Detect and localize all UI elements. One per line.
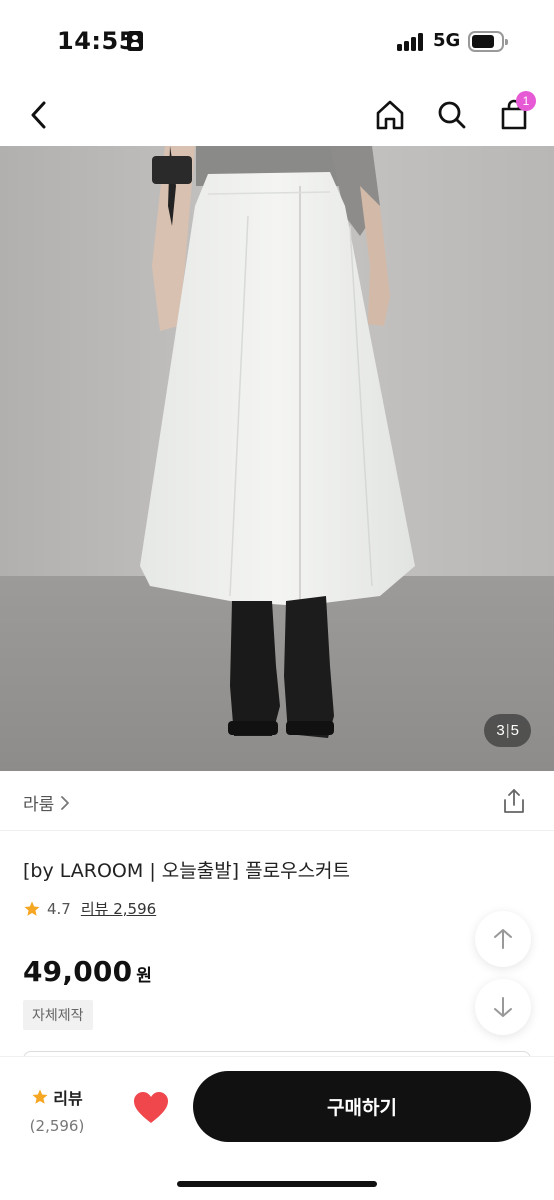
chevron-left-icon	[31, 101, 46, 129]
share-icon	[504, 789, 524, 813]
cart-button[interactable]: 1	[493, 91, 536, 136]
buy-button[interactable]: 구매하기	[193, 1071, 531, 1142]
image-counter: 3|5	[484, 714, 531, 747]
rating-score: 4.7	[47, 899, 71, 918]
image-counter-separator: |	[505, 722, 510, 739]
product-tag: 자체제작	[23, 1000, 93, 1030]
battery-icon	[468, 31, 508, 52]
image-counter-total: 5	[510, 722, 519, 739]
search-button[interactable]	[431, 94, 473, 136]
top-nav: 1	[0, 82, 554, 146]
review-count-link[interactable]: 리뷰 2,596	[81, 898, 156, 919]
product-photo	[0, 146, 554, 771]
share-button[interactable]	[500, 787, 528, 815]
signal-strength-icon	[397, 33, 425, 51]
status-time: 14:55	[57, 27, 136, 55]
bottom-review-label: 리뷰	[53, 1089, 83, 1108]
chevron-right-icon	[61, 795, 70, 810]
back-button[interactable]	[18, 94, 60, 136]
contact-card-icon	[127, 31, 143, 51]
home-icon	[376, 100, 404, 130]
bottom-action-bar: 리뷰 (2,596) 구매하기	[0, 1056, 554, 1200]
product-image-carousel[interactable]: 3|5	[0, 146, 554, 771]
wishlist-button[interactable]	[132, 1090, 170, 1126]
currency-unit: 원	[136, 966, 152, 986]
price-row: 49,000 원	[23, 955, 152, 988]
heart-icon	[134, 1092, 168, 1123]
network-type: 5G	[433, 30, 461, 51]
bottom-review-button[interactable]: 리뷰 (2,596)	[22, 1085, 92, 1135]
star-icon	[24, 901, 40, 916]
scroll-down-button[interactable]	[475, 979, 531, 1035]
search-icon	[438, 101, 466, 129]
seller-link[interactable]: 라룸	[23, 790, 70, 815]
bottom-review-label-row: 리뷰	[22, 1085, 92, 1109]
arrow-up-icon	[494, 929, 512, 949]
home-indicator	[177, 1181, 377, 1187]
seller-row: 라룸	[0, 771, 554, 831]
arrow-down-icon	[494, 997, 512, 1017]
home-button[interactable]	[369, 94, 411, 136]
scroll-up-button[interactable]	[475, 911, 531, 967]
seller-name: 라룸	[23, 795, 55, 815]
price: 49,000	[23, 955, 133, 988]
image-counter-current: 3	[496, 722, 505, 739]
rating-row: 4.7 리뷰 2,596	[23, 898, 156, 919]
cart-count-badge: 1	[516, 91, 536, 111]
product-title: [by LAROOM | 오늘출발] 플로우스커트	[23, 860, 351, 882]
bottom-review-count: (2,596)	[29, 1117, 85, 1135]
star-icon	[32, 1089, 48, 1104]
status-bar: 14:55 5G	[0, 0, 554, 82]
